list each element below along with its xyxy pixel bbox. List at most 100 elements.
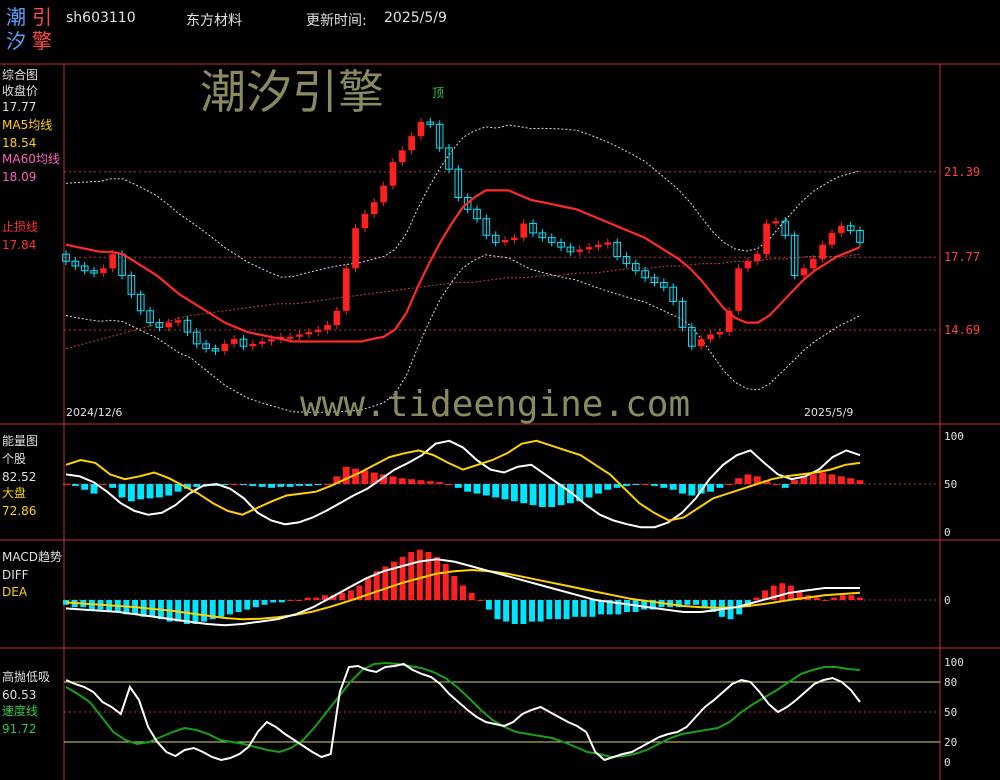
candle-up — [352, 228, 359, 269]
energy-bar-down — [71, 484, 79, 486]
macd-title: MACD趋势 — [2, 550, 62, 564]
energy-bar-down — [492, 484, 500, 498]
energy-bar-down — [109, 484, 117, 488]
energy-bar-down — [781, 484, 789, 488]
candle-up — [800, 268, 808, 276]
end-date: 2025/5/9 — [804, 406, 854, 419]
candle-up — [585, 247, 593, 250]
stock-energy-value: 82.52 — [2, 470, 37, 484]
candle-up — [511, 237, 518, 240]
macd-bar-up — [857, 597, 863, 600]
macd-bar-up — [451, 576, 458, 600]
macd-bar-down — [598, 600, 605, 615]
energy-bar-up — [847, 478, 855, 484]
energy-tick-label: 0 — [944, 526, 951, 539]
candle-up — [809, 258, 817, 269]
energy-bar-down — [679, 484, 686, 494]
energy-bar-up — [342, 466, 350, 484]
macd-bar-up — [822, 600, 829, 601]
energy-bar-up — [744, 474, 752, 484]
energy-bar-down — [604, 484, 612, 490]
candle-up — [174, 320, 182, 323]
ma5-line — [65, 189, 861, 343]
osc-tick-label: 50 — [944, 706, 957, 719]
energy-panel: 0 50 100 — [62, 430, 964, 539]
candle-up — [501, 240, 509, 243]
energy-bar-up — [426, 481, 434, 484]
macd-bar-down — [503, 600, 510, 622]
energy-bar-down — [305, 484, 313, 486]
candle-up — [828, 232, 836, 245]
candle-up — [772, 221, 780, 224]
oscillator-panel: 0 20 50 80 100 — [64, 656, 964, 769]
candle-up — [249, 343, 257, 347]
candle-up — [333, 310, 341, 325]
energy-bar-up — [398, 478, 406, 484]
candle-up — [753, 254, 761, 262]
energy-bar-down — [651, 484, 658, 486]
candle-up — [361, 214, 369, 229]
macd-bar-down — [192, 600, 199, 624]
candle-up — [305, 332, 313, 335]
energy-bar-up — [99, 484, 107, 485]
candle-up — [380, 185, 387, 203]
candle-up — [314, 329, 322, 333]
energy-bar-down — [688, 484, 696, 496]
macd-bar-up — [779, 583, 786, 600]
macd-bar-up — [442, 564, 449, 600]
macd-bar-up — [434, 556, 441, 600]
energy-bar-up — [725, 484, 733, 485]
osc-value: 60.53 — [2, 688, 37, 702]
energy-bar-down — [221, 484, 229, 485]
macd-bar-down — [520, 600, 527, 624]
energy-bar-up — [230, 484, 238, 485]
energy-bar-down — [510, 484, 518, 502]
candle-up — [230, 339, 238, 344]
energy-tick-label: 50 — [944, 478, 957, 491]
macd-bar-down — [270, 600, 277, 603]
energy-bar-down — [585, 484, 593, 498]
ma60-label: MA60均线 — [2, 152, 60, 166]
macd-bar-down — [563, 600, 570, 620]
energy-bar-down — [632, 484, 640, 485]
energy-bar-down — [660, 484, 668, 488]
url-watermark: www.tideengine.com — [300, 384, 691, 425]
macd-bar-up — [304, 597, 311, 600]
energy-bar-down — [155, 484, 163, 498]
macd-bar-up — [287, 600, 294, 601]
candle-up — [109, 254, 117, 269]
macd-bar-up — [460, 585, 466, 600]
macd-bar-down — [261, 600, 268, 605]
candle-up — [520, 223, 528, 238]
price-tick-label: 21.39 — [944, 165, 980, 179]
macd-bar-up — [399, 556, 406, 600]
energy-bar-down — [296, 484, 303, 486]
energy-tick-label: 100 — [944, 430, 964, 443]
macd-bar-up — [468, 592, 475, 600]
macd-bar-up — [839, 595, 846, 600]
macd-bar-down — [727, 600, 734, 620]
macd-bar-down — [252, 600, 259, 608]
energy-bar-down — [146, 484, 154, 499]
osc-tick-label: 20 — [944, 736, 957, 749]
ma5-value: 18.54 — [2, 136, 37, 150]
osc-tick-label: 0 — [944, 756, 951, 769]
energy-bar-down — [454, 484, 462, 488]
macd-panel: 0 — [63, 549, 951, 627]
candle-up — [324, 324, 331, 330]
macd-bar-down — [485, 600, 492, 610]
macd-bar-down — [218, 600, 225, 617]
candle-up — [408, 136, 415, 151]
macd-tick-label: 0 — [944, 594, 951, 607]
candle-up — [576, 249, 584, 252]
energy-bar-down — [716, 484, 724, 488]
energy-bar-up — [791, 480, 799, 484]
macd-bar-down — [623, 600, 630, 612]
macd-bar-down — [244, 600, 251, 610]
energy-title: 能量图 — [2, 434, 39, 448]
speed-value: 91.72 — [2, 722, 37, 736]
candle-up — [697, 339, 705, 347]
energy-bar-down — [249, 484, 257, 486]
energy-bar-up — [772, 484, 780, 485]
close-value: 17.77 — [2, 100, 37, 114]
